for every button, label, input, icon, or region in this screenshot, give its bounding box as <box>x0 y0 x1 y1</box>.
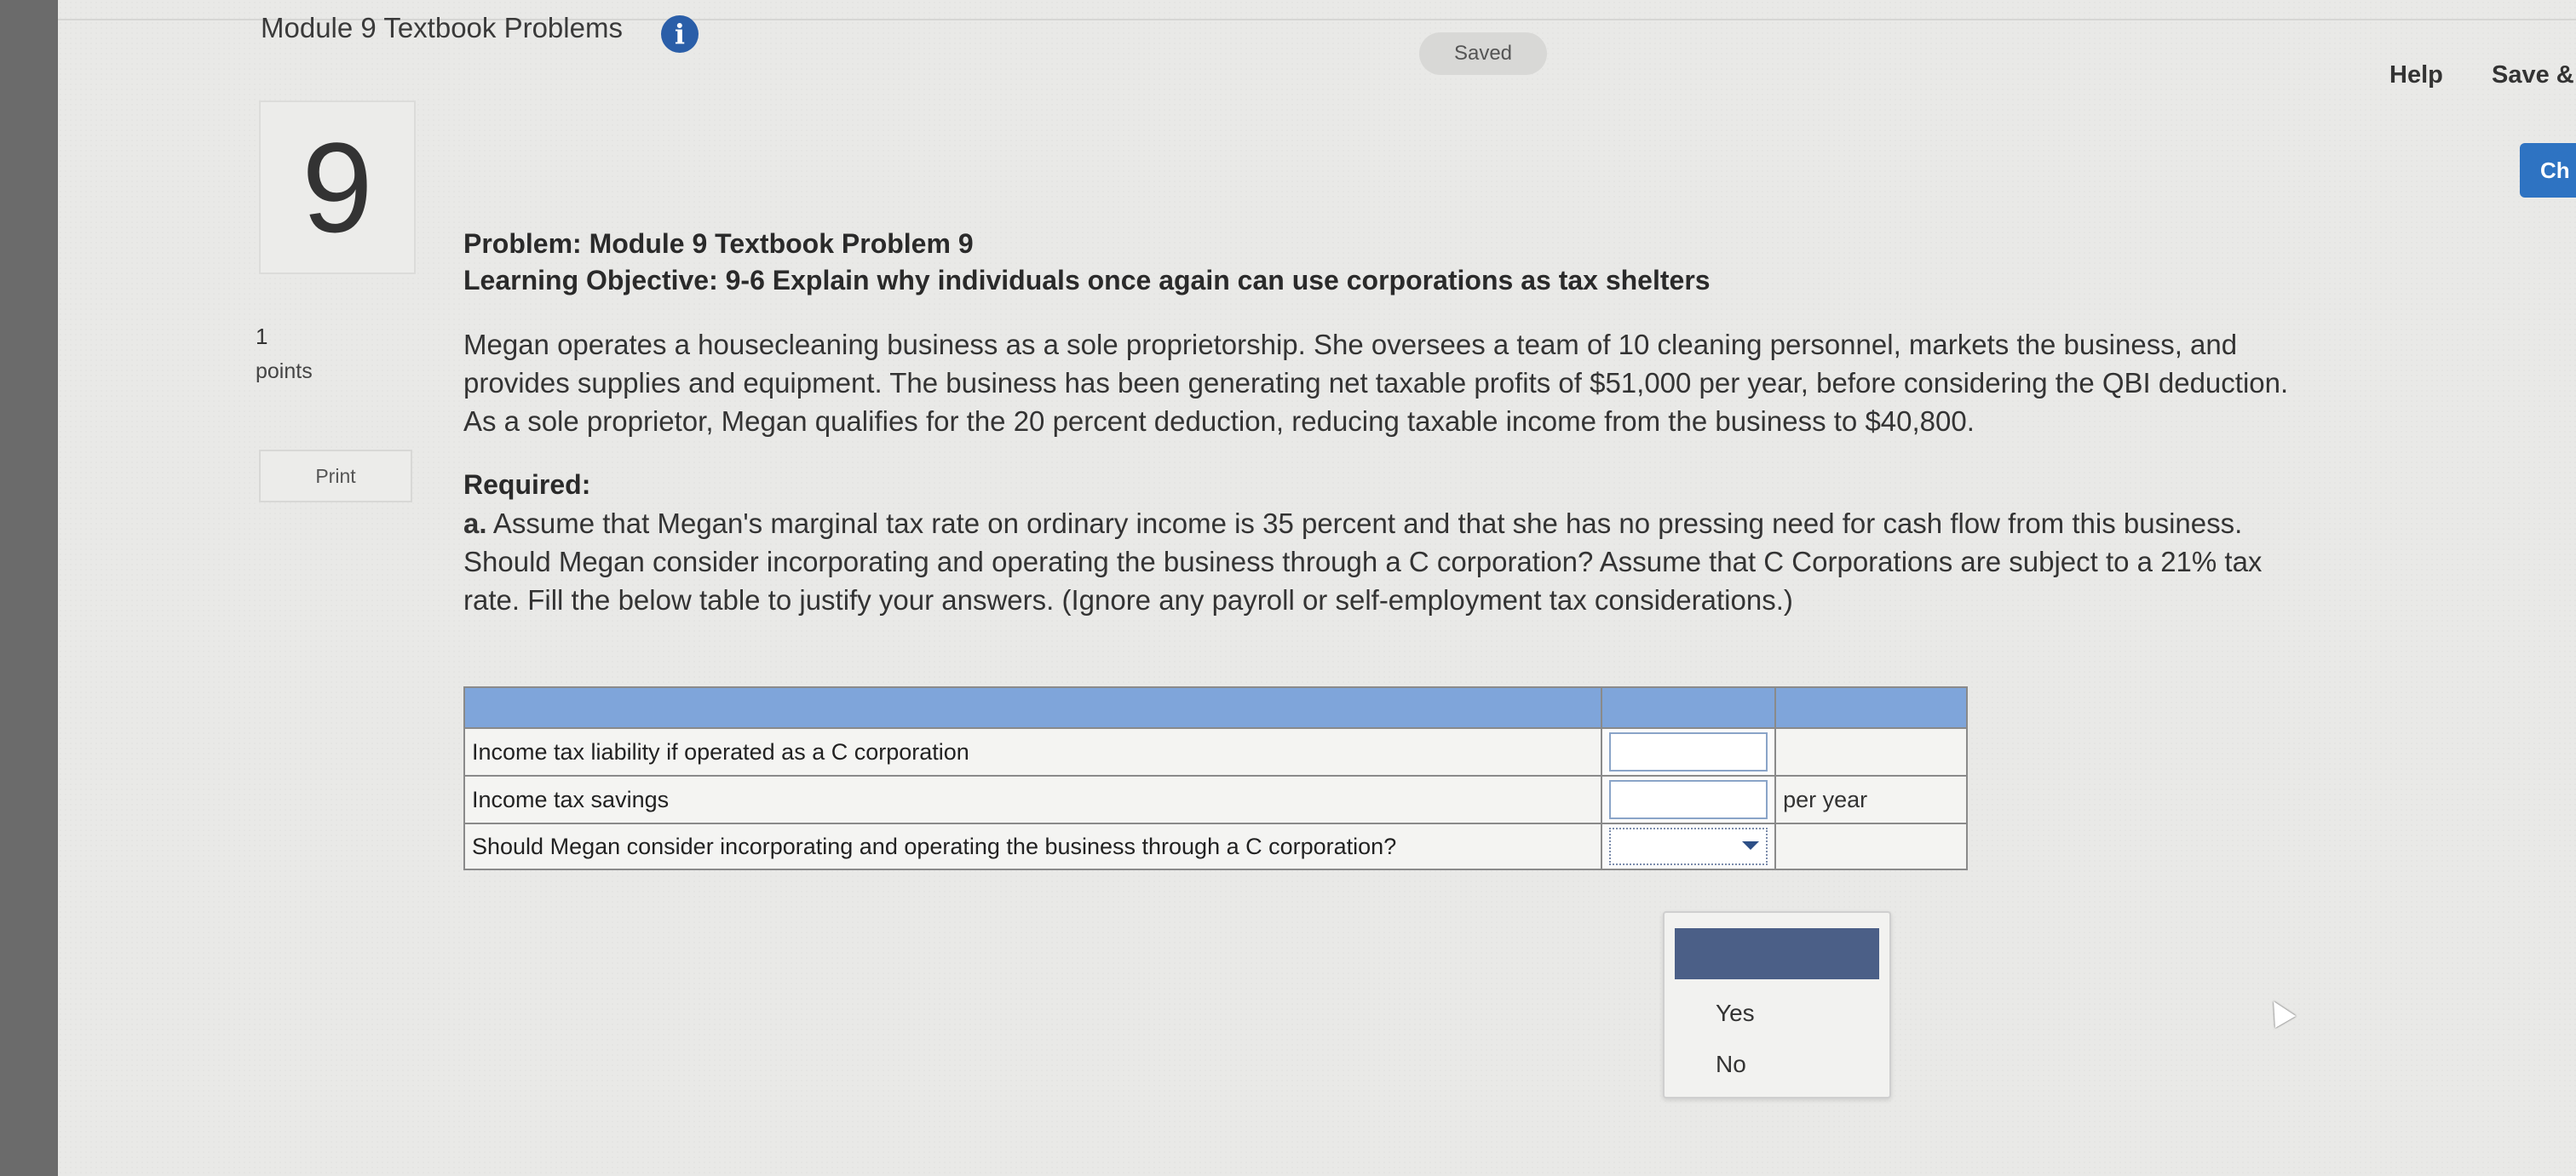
learning-objective: Learning Objective: 9-6 Explain why indi… <box>463 265 1711 295</box>
row-label-tax-liability: Income tax liability if operated as a C … <box>463 727 1602 777</box>
points-label: points <box>256 359 313 383</box>
requirement-a-text: Assume that Megan's marginal tax rate on… <box>463 508 2263 616</box>
problem-body: Megan operates a housecleaning business … <box>463 329 2289 437</box>
problem-title: Problem: Module 9 Textbook Problem 9 <box>463 228 974 259</box>
row-unit-cell <box>1774 727 1968 777</box>
mouse-cursor-icon <box>2263 995 2297 1029</box>
module-title: Module 9 Textbook Problems <box>261 12 623 43</box>
saved-status-badge: Saved <box>1419 32 1547 75</box>
answer-table: Income tax liability if operated as a C … <box>463 686 1968 870</box>
tax-savings-input-cell <box>1600 775 1777 824</box>
chevron-down-icon <box>1742 841 1760 850</box>
dropdown-option-no[interactable]: No <box>1716 1051 1746 1078</box>
dropdown-highlighted-option[interactable] <box>1675 928 1879 979</box>
answer-dropdown-menu: Yes No <box>1663 911 1891 1099</box>
tax-liability-input[interactable] <box>1608 732 1768 772</box>
points-value: 1 <box>256 324 268 349</box>
check-work-button[interactable]: Ch <box>2520 143 2576 198</box>
info-icon[interactable]: i <box>661 15 699 53</box>
table-header-cell <box>463 686 1602 729</box>
print-button[interactable]: Print <box>259 450 412 502</box>
required-heading: Required: <box>463 469 591 500</box>
dropdown-option-yes[interactable]: Yes <box>1716 1000 1755 1027</box>
table-row: Income tax savings per year <box>463 775 1968 824</box>
table-row: Income tax liability if operated as a C … <box>463 727 1968 777</box>
page: Module 9 Textbook Problems i Saved Help … <box>58 0 2576 1176</box>
incorporate-select-cell <box>1600 823 1777 870</box>
row-label-tax-savings: Income tax savings <box>463 775 1602 824</box>
table-header-cell <box>1600 686 1777 729</box>
save-and-exit-link[interactable]: Save & <box>2492 61 2574 89</box>
per-year-unit: per year <box>1774 775 1968 824</box>
tax-liability-input-cell <box>1600 727 1777 777</box>
table-row: Should Megan consider incorporating and … <box>463 823 1968 870</box>
requirement-a-prefix: a. <box>463 508 487 539</box>
question-number: 9 <box>259 100 416 274</box>
row-unit-cell <box>1774 823 1968 870</box>
problem-content: Problem: Module 9 Textbook Problem 9 Lea… <box>463 228 2291 619</box>
incorporate-select[interactable] <box>1608 828 1768 865</box>
tax-savings-input[interactable] <box>1608 780 1768 819</box>
requirement-a: a. Assume that Megan's marginal tax rate… <box>463 504 2291 619</box>
table-header-cell <box>1774 686 1968 729</box>
table-header-row <box>463 686 1968 729</box>
row-label-incorporate-question: Should Megan consider incorporating and … <box>463 823 1602 870</box>
help-link[interactable]: Help <box>2389 61 2443 89</box>
